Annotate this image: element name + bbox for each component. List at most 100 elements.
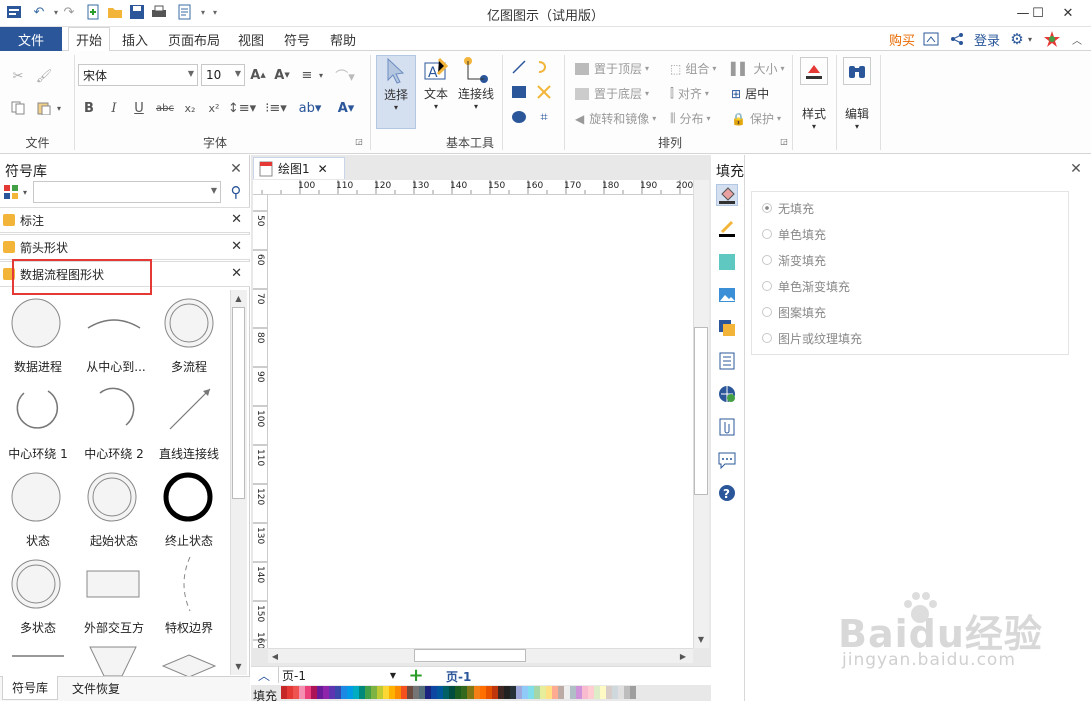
style-button[interactable]: 样式 ▾	[798, 57, 830, 142]
library-dropdown-icon[interactable]: ▾	[20, 183, 30, 201]
export-icon[interactable]	[176, 3, 194, 21]
library-category[interactable]: 标注 ✕	[0, 207, 250, 233]
send-to-back-button[interactable]: 置于底层 ▾	[575, 85, 649, 102]
account-card-icon[interactable]	[922, 30, 940, 48]
tab-page-layout[interactable]: 页面布局	[164, 27, 224, 51]
tab-file-recovery[interactable]: 文件恢复	[62, 676, 130, 700]
rotate-flip-button[interactable]: ◀ 旋转和镜像 ▾	[575, 110, 656, 127]
align-button[interactable]: ⫿ 对齐 ▾	[670, 85, 709, 102]
font-color-icon[interactable]: A▾	[333, 99, 359, 117]
close-library-icon[interactable]: ✕	[228, 160, 244, 178]
shape-item[interactable]	[166, 385, 214, 436]
font-size-select[interactable]: 10 ▼	[201, 64, 245, 86]
shape-item[interactable]	[10, 471, 62, 526]
search-icon[interactable]: ⚲	[227, 183, 245, 201]
shape-item[interactable]	[10, 558, 62, 613]
tab-view[interactable]: 视图	[230, 27, 272, 51]
arrange-dialog-launcher-icon[interactable]: ◲	[779, 136, 789, 146]
scroll-down-icon[interactable]: ▼	[694, 632, 708, 646]
text-align-icon[interactable]: ≡	[298, 66, 316, 84]
shape-item[interactable]	[88, 646, 138, 679]
shape-item[interactable]	[86, 310, 142, 333]
fill-option-solid[interactable]: 单色填充	[762, 221, 1068, 247]
library-search-input[interactable]: ▼	[33, 181, 221, 203]
properties-icon[interactable]	[716, 350, 738, 372]
hyperlink-globe-icon[interactable]	[716, 383, 738, 405]
comment-icon[interactable]	[716, 449, 738, 471]
curve-tool-icon[interactable]	[535, 58, 553, 76]
shadow-icon[interactable]	[716, 251, 738, 273]
format-painter-icon[interactable]: 🖌	[34, 66, 54, 86]
font-dialog-launcher-icon[interactable]: ◲	[354, 136, 364, 146]
close-icon[interactable]: ✕	[231, 239, 242, 254]
paste-dropdown-icon[interactable]: ▾	[54, 98, 64, 118]
italic-icon[interactable]: I	[105, 99, 123, 117]
page-select[interactable]: 页-1 ▼	[278, 667, 398, 683]
layer-icon[interactable]	[716, 317, 738, 339]
collapse-ribbon-icon[interactable]: ︿	[1068, 30, 1086, 48]
fill-option-none[interactable]: 无填充	[762, 195, 1068, 221]
print-icon[interactable]	[150, 3, 168, 21]
gear-icon[interactable]: ⚙	[1008, 29, 1026, 49]
fill-option-gradient[interactable]: 渐变填充	[762, 247, 1068, 273]
bold-icon[interactable]: B	[80, 99, 98, 117]
paste-icon[interactable]	[34, 98, 54, 118]
line-spacing-icon[interactable]: ↕≡▾	[228, 99, 256, 117]
add-page-icon[interactable]: +	[408, 665, 424, 686]
close-fill-panel-icon[interactable]: ✕	[1068, 160, 1084, 178]
grow-font-icon[interactable]: A ▲	[249, 66, 267, 84]
crop-tool-icon[interactable]: ⌗	[535, 108, 553, 126]
tab-help[interactable]: 帮助	[322, 27, 364, 51]
scroll-down-icon[interactable]: ▼	[231, 659, 246, 673]
scroll-right-icon[interactable]: ▶	[676, 649, 690, 663]
color-swatch[interactable]	[629, 686, 636, 699]
shape-item[interactable]	[86, 471, 138, 526]
superscript-icon[interactable]: x²	[205, 99, 223, 117]
fill-icon[interactable]	[716, 184, 738, 206]
shrink-font-icon[interactable]: A ▼	[273, 66, 291, 84]
buy-link[interactable]: 购买	[884, 27, 920, 51]
line-style-icon[interactable]	[716, 218, 738, 240]
help-icon[interactable]: ?	[716, 482, 738, 504]
fill-option-pattern[interactable]: 图案填充	[762, 299, 1068, 325]
shape-item[interactable]	[163, 297, 215, 352]
canvas-vscroll-thumb[interactable]	[694, 327, 708, 495]
library-scroll-thumb[interactable]	[232, 307, 245, 499]
tab-file[interactable]: 文件	[0, 27, 62, 51]
center-button[interactable]: ⊞ 居中	[731, 85, 769, 102]
close-icon[interactable]: ✕	[231, 266, 242, 281]
undo-icon[interactable]: ↶	[30, 3, 48, 21]
align-dropdown-icon[interactable]: ▾	[316, 66, 326, 84]
strikethrough-icon[interactable]: abc	[154, 99, 176, 117]
color-palette[interactable]	[281, 686, 636, 699]
subscript-icon[interactable]: x₂	[181, 99, 199, 117]
library-category[interactable]: 箭头形状 ✕	[0, 234, 250, 260]
customize-toolbar-icon[interactable]: ▾	[206, 3, 224, 21]
tab-symbol[interactable]: 符号	[276, 27, 318, 51]
copy-icon[interactable]	[8, 98, 28, 118]
protect-button[interactable]: 🔒 保护 ▾	[731, 110, 781, 127]
close-icon[interactable]: ✕	[231, 212, 242, 227]
canvas-hscroll-thumb[interactable]	[414, 649, 526, 662]
text-direction-icon[interactable]: ⌒▾	[332, 66, 358, 85]
pages-expand-icon[interactable]: ︿	[256, 667, 272, 683]
edit-button[interactable]: 编辑 ▾	[841, 57, 873, 142]
bring-to-front-button[interactable]: 置于顶层 ▾	[575, 60, 649, 77]
shape-item[interactable]	[90, 385, 136, 434]
ellipse-tool-icon[interactable]	[510, 108, 528, 126]
select-tool-button[interactable]: 选择 ▾	[376, 55, 416, 129]
save-icon[interactable]	[128, 3, 146, 21]
shape-item[interactable]	[86, 570, 140, 601]
underline-icon[interactable]: U	[130, 99, 148, 117]
tab-insert[interactable]: 插入	[114, 27, 156, 51]
close-tab-icon[interactable]: ✕	[318, 162, 328, 176]
cut-icon[interactable]: ✂	[8, 66, 28, 86]
text-tool-button[interactable]: A 文本 ▾	[418, 55, 454, 129]
cross-connector-icon[interactable]	[535, 83, 553, 101]
shape-item[interactable]	[14, 385, 60, 434]
open-file-icon[interactable]	[106, 3, 124, 21]
tab-symbol-library[interactable]: 符号库	[2, 676, 58, 700]
line-tool-icon[interactable]	[510, 58, 528, 76]
settings-dropdown-icon[interactable]: ▾	[1025, 30, 1035, 48]
scroll-left-icon[interactable]: ◀	[268, 649, 282, 663]
